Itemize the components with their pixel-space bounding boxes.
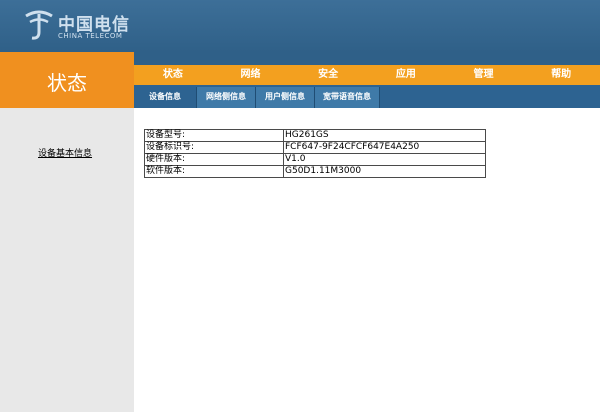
row-value: FCF647-9F24CFCF647E4A250 <box>283 141 486 154</box>
subnav-user-info[interactable]: 用户侧信息 <box>255 87 315 108</box>
table-row: 硬件版本: V1.0 <box>144 153 486 166</box>
table-row: 设备标识号: FCF647-9F24CFCF647E4A250 <box>144 141 486 154</box>
device-info-table: 设备型号: HG261GS 设备标识号: FCF647-9F24CFCF647E… <box>144 129 486 178</box>
nav-status[interactable]: 状态 <box>134 65 212 85</box>
table-row: 设备型号: HG261GS <box>144 129 486 142</box>
header-bar: 中国电信 CHINA TELECOM <box>0 0 600 52</box>
table-row: 软件版本: G50D1.11M3000 <box>144 165 486 178</box>
subnav-network-info[interactable]: 网络侧信息 <box>196 87 256 108</box>
page-title: 状态 <box>47 71 87 95</box>
row-label: 硬件版本: <box>144 153 284 166</box>
row-value: V1.0 <box>283 153 486 166</box>
page-title-block: 状态 <box>0 52 134 108</box>
row-label: 设备型号: <box>144 129 284 142</box>
sidebar: 设备基本信息 <box>0 108 134 412</box>
row-label: 软件版本: <box>144 165 284 178</box>
sidebar-item-device-basic-info[interactable]: 设备基本信息 <box>38 146 92 159</box>
subnav-device-info[interactable]: 设备信息 <box>134 87 196 108</box>
telecom-emblem-icon <box>25 10 53 40</box>
brand-name-en: CHINA TELECOM <box>58 32 123 40</box>
nav-application[interactable]: 应用 <box>367 65 445 85</box>
nav-security[interactable]: 安全 <box>289 65 367 85</box>
main-nav: 状态 网络 安全 应用 管理 帮助 <box>134 65 600 85</box>
nav-management[interactable]: 管理 <box>445 65 523 85</box>
row-value: G50D1.11M3000 <box>283 165 486 178</box>
china-telecom-logo: 中国电信 CHINA TELECOM <box>22 6 142 46</box>
subnav-broadband-voice-info[interactable]: 宽带语音信息 <box>314 87 380 108</box>
nav-network[interactable]: 网络 <box>212 65 290 85</box>
row-value: HG261GS <box>283 129 486 142</box>
sub-nav: 设备信息 网络侧信息 用户侧信息 宽带语音信息 <box>134 85 600 108</box>
row-label: 设备标识号: <box>144 141 284 154</box>
main-content: 设备型号: HG261GS 设备标识号: FCF647-9F24CFCF647E… <box>134 108 600 412</box>
header-strip <box>134 52 600 65</box>
nav-help[interactable]: 帮助 <box>522 65 600 85</box>
